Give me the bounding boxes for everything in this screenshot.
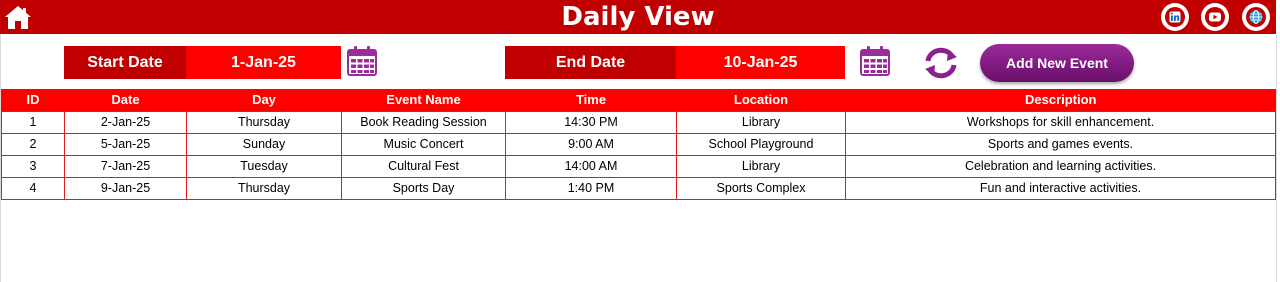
cell-description[interactable]: Workshops for skill enhancement. <box>845 110 1276 134</box>
cell-event-name[interactable]: Sports Day <box>341 176 506 200</box>
cell-time[interactable]: 1:40 PM <box>505 176 677 200</box>
events-table: ID Date Day Event Name Time Location Des… <box>1 89 1276 200</box>
cell-time[interactable]: 14:00 AM <box>505 154 677 178</box>
linkedin-icon[interactable] <box>1161 3 1189 31</box>
cell-location[interactable]: School Playground <box>676 132 846 156</box>
cell-event-name[interactable]: Cultural Fest <box>341 154 506 178</box>
column-header-date[interactable]: Date <box>64 89 187 111</box>
column-header-description[interactable]: Description <box>845 89 1276 111</box>
start-date-label: Start Date <box>64 46 186 79</box>
start-date-field[interactable]: 1-Jan-25 <box>186 46 341 79</box>
table-row[interactable]: 3 7-Jan-25 Tuesday Cultural Fest 14:00 A… <box>1 154 1276 178</box>
cell-id[interactable]: 1 <box>1 110 65 134</box>
end-date-field[interactable]: 10-Jan-25 <box>676 46 845 79</box>
cell-day[interactable]: Thursday <box>186 110 342 134</box>
cell-date[interactable]: 5-Jan-25 <box>64 132 187 156</box>
column-header-day[interactable]: Day <box>186 89 342 111</box>
cell-time[interactable]: 14:30 PM <box>505 110 677 134</box>
cell-time[interactable]: 9:00 AM <box>505 132 677 156</box>
cell-date[interactable]: 9-Jan-25 <box>64 176 187 200</box>
page-title: Daily View <box>561 2 715 32</box>
table-row[interactable]: 1 2-Jan-25 Thursday Book Reading Session… <box>1 110 1276 134</box>
column-header-location[interactable]: Location <box>676 89 846 111</box>
cell-location[interactable]: Library <box>676 110 846 134</box>
cell-event-name[interactable]: Book Reading Session <box>341 110 506 134</box>
cell-description[interactable]: Sports and games events. <box>845 132 1276 156</box>
cell-location[interactable]: Sports Complex <box>676 176 846 200</box>
right-border <box>1276 34 1277 282</box>
cell-day[interactable]: Thursday <box>186 176 342 200</box>
end-calendar-icon[interactable] <box>859 45 891 77</box>
cell-id[interactable]: 2 <box>1 132 65 156</box>
cell-id[interactable]: 4 <box>1 176 65 200</box>
start-calendar-icon[interactable] <box>346 45 378 77</box>
end-date-label: End Date <box>505 46 676 79</box>
add-new-event-button[interactable]: Add New Event <box>980 44 1134 82</box>
cell-event-name[interactable]: Music Concert <box>341 132 506 156</box>
column-header-event-name[interactable]: Event Name <box>341 89 506 111</box>
cell-id[interactable]: 3 <box>1 154 65 178</box>
table-row[interactable]: 2 5-Jan-25 Sunday Music Concert 9:00 AM … <box>1 132 1276 156</box>
cell-date[interactable]: 7-Jan-25 <box>64 154 187 178</box>
column-header-time[interactable]: Time <box>505 89 677 111</box>
youtube-icon[interactable] <box>1201 3 1229 31</box>
cell-location[interactable]: Library <box>676 154 846 178</box>
cell-day[interactable]: Tuesday <box>186 154 342 178</box>
table-row[interactable]: 4 9-Jan-25 Thursday Sports Day 1:40 PM S… <box>1 176 1276 200</box>
table-header-row: ID Date Day Event Name Time Location Des… <box>1 89 1276 111</box>
cell-description[interactable]: Fun and interactive activities. <box>845 176 1276 200</box>
cell-date[interactable]: 2-Jan-25 <box>64 110 187 134</box>
cell-day[interactable]: Sunday <box>186 132 342 156</box>
column-header-id[interactable]: ID <box>1 89 65 111</box>
cell-description[interactable]: Celebration and learning activities. <box>845 154 1276 178</box>
globe-icon[interactable] <box>1242 3 1270 31</box>
refresh-icon[interactable] <box>921 46 961 80</box>
